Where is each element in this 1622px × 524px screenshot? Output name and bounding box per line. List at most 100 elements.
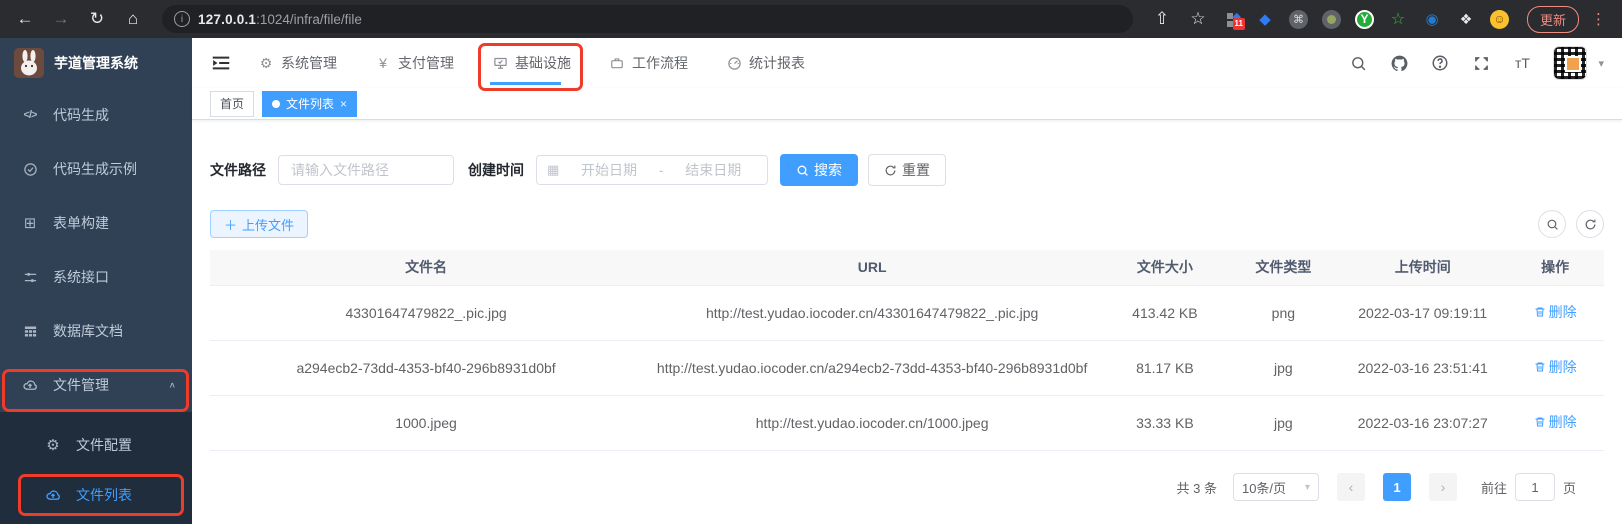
search-form: 文件路径 创建时间 ▦ 开始日期 - 结束日期 搜索 [210,154,1604,186]
calendar-icon: ▦ [547,162,560,177]
app-logo [14,48,44,78]
tab-system-management[interactable]: ⚙ 系统管理 [258,38,337,88]
sidebar-item-label: 文件管理 [53,377,109,393]
toggle-search-icon[interactable] [1538,210,1566,238]
chevron-up-icon: ∧ [168,380,176,390]
tab-infrastructure[interactable]: 基础设施 [478,38,583,91]
github-icon[interactable] [1389,53,1409,73]
tab-payment-management[interactable]: ¥ 支付管理 [375,38,454,88]
sidebar-item-label: 文件列表 [76,487,132,503]
address-bar[interactable]: i 127.0.0.1:1024/infra/file/file [162,5,1133,33]
upload-file-button[interactable]: ＋ 上传文件 [210,210,309,238]
file-table: 文件名 URL 文件大小 文件类型 上传时间 操作 43301647479822… [210,250,1604,451]
help-icon[interactable] [1430,53,1450,73]
sidebar-item-file-config[interactable]: ⚙ 文件配置 [0,420,192,470]
toolbar-right [1538,210,1604,238]
url-host: 127.0.0.1 [198,11,257,27]
delete-button[interactable]: 删除 [1534,357,1577,378]
extensions-puzzle-icon[interactable]: ❖ [1456,9,1476,29]
cell-file-type: png [1271,304,1296,321]
table-row: a294ecb2-73dd-4353-bf40-296b8931d0bf htt… [210,341,1604,396]
sidebar-item-file-management[interactable]: 文件管理 ∧ [0,358,192,412]
cell-file-name: 1000.jpeg [395,414,457,431]
search-icon[interactable] [1348,53,1368,73]
tab-statistics-report[interactable]: 统计报表 [726,38,805,88]
delete-button[interactable]: 删除 [1534,412,1577,433]
date-range-picker[interactable]: ▦ 开始日期 - 结束日期 [536,155,768,185]
cell-url: http://test.yudao.iocoder.cn/43301647479… [705,304,1039,321]
home-icon[interactable]: ⌂ [118,4,148,34]
table-row: 43301647479822_.pic.jpg http://test.yuda… [210,286,1604,341]
gear-icon: ⚙ [259,54,273,71]
close-icon[interactable]: × [340,97,347,111]
cell-url: http://test.yudao.iocoder.cn/1000.jpeg [755,414,989,431]
green-dot-icon [1326,14,1336,24]
eye-extension-icon[interactable]: ◉ [1422,9,1442,29]
code-icon: </> [23,109,38,121]
start-date-placeholder: 开始日期 [581,162,638,178]
star-extension-icon[interactable]: ☆ [1388,9,1408,29]
recorder-extension-icon[interactable] [1321,9,1341,29]
fullscreen-icon[interactable] [1471,53,1491,73]
header-file-size: 文件大小 [1136,259,1193,275]
grid-icon: ⊞ [23,215,37,232]
check-circle-icon [21,162,39,177]
browser-update-button[interactable]: 更新 [1526,5,1579,33]
pagination-total: 共 3 条 [1176,480,1217,496]
sidebar-item-code-gen-demo[interactable]: 代码生成示例 [0,142,192,196]
sidebar-header[interactable]: 芋道管理系统 [0,38,192,88]
share-icon[interactable]: ⇧ [1147,4,1177,34]
file-path-label: 文件路径 [210,162,266,178]
tab-label: 支付管理 [398,55,454,71]
extensions-tray: ◆ 11 ◆ ⌘ Y ☆ ◉ ❖ ☺ [1219,9,1515,30]
forward-icon[interactable]: → [46,4,76,34]
sidebar-item-file-list[interactable]: 文件列表 [0,470,192,520]
sidebar-item-form-builder[interactable]: ⊞ 表单构建 [0,196,192,250]
trash-icon [1535,362,1545,372]
monitor-check-icon [492,55,508,71]
site-info-icon[interactable]: i [174,11,190,27]
user-avatar[interactable] [1553,46,1588,80]
browser-menu-icon[interactable]: ⋮ [1585,10,1612,28]
cell-upload-time: 2022-03-17 09:19:11 [1358,304,1488,321]
gem-extension-icon[interactable]: ◆ [1255,9,1275,29]
y-extension-icon[interactable]: Y [1354,9,1374,29]
cell-file-name: 43301647479822_.pic.jpg [345,304,507,321]
next-page-button[interactable]: › [1428,473,1457,501]
sidebar-item-db-doc[interactable]: 数据库文档 [0,304,192,358]
browser-toolbar: ← → ↻ ⌂ i 127.0.0.1:1024/infra/file/file… [0,0,1622,38]
header-file-name: 文件名 [405,259,448,275]
reload-icon[interactable]: ↻ [82,4,112,34]
search-button[interactable]: 搜索 [780,154,858,186]
tag-file-list[interactable]: 文件列表 × [262,90,358,117]
tag-home[interactable]: 首页 [210,90,255,117]
prev-page-button[interactable]: ‹ [1336,473,1365,501]
sidebar-item-label: 表单构建 [53,215,109,231]
emoji-extension-icon[interactable]: ☺ [1489,9,1509,29]
bookmark-star-icon[interactable]: ☆ [1183,4,1213,34]
delete-button[interactable]: 删除 [1534,302,1577,323]
refresh-table-icon[interactable] [1576,210,1604,238]
back-icon[interactable]: ← [10,4,40,34]
file-path-input[interactable] [278,155,454,185]
reset-button[interactable]: 重置 [868,154,946,186]
sidebar-item-system-api[interactable]: 系统接口 [0,250,192,304]
tab-manager-extension-icon[interactable]: ◆ 11 [1225,11,1245,30]
goto-page-input[interactable] [1514,473,1555,501]
page-number-1[interactable]: 1 [1382,473,1411,501]
collapse-sidebar-icon[interactable] [210,52,232,74]
briefcase-icon [609,55,625,71]
url-path: :1024/infra/file/file [256,11,362,27]
tab-workflow[interactable]: 工作流程 [609,38,688,88]
font-size-icon[interactable]: тT [1512,53,1532,73]
sidebar-item-code-gen[interactable]: </> 代码生成 [0,88,192,142]
sidebar-item-label: 数据库文档 [53,323,123,339]
page-content: 文件路径 创建时间 ▦ 开始日期 - 结束日期 搜索 [192,120,1622,524]
caret-down-icon[interactable]: ▾ [1598,57,1604,70]
extension-badge: 11 [1232,18,1245,30]
page-size-select[interactable]: 10条/页 ▾ [1232,473,1319,501]
command-extension-icon[interactable]: ⌘ [1288,9,1308,29]
cloud-upload-icon [21,377,39,393]
search-icon [797,165,808,176]
file-management-submenu: ⚙ 文件配置 文件列表 [0,412,192,524]
